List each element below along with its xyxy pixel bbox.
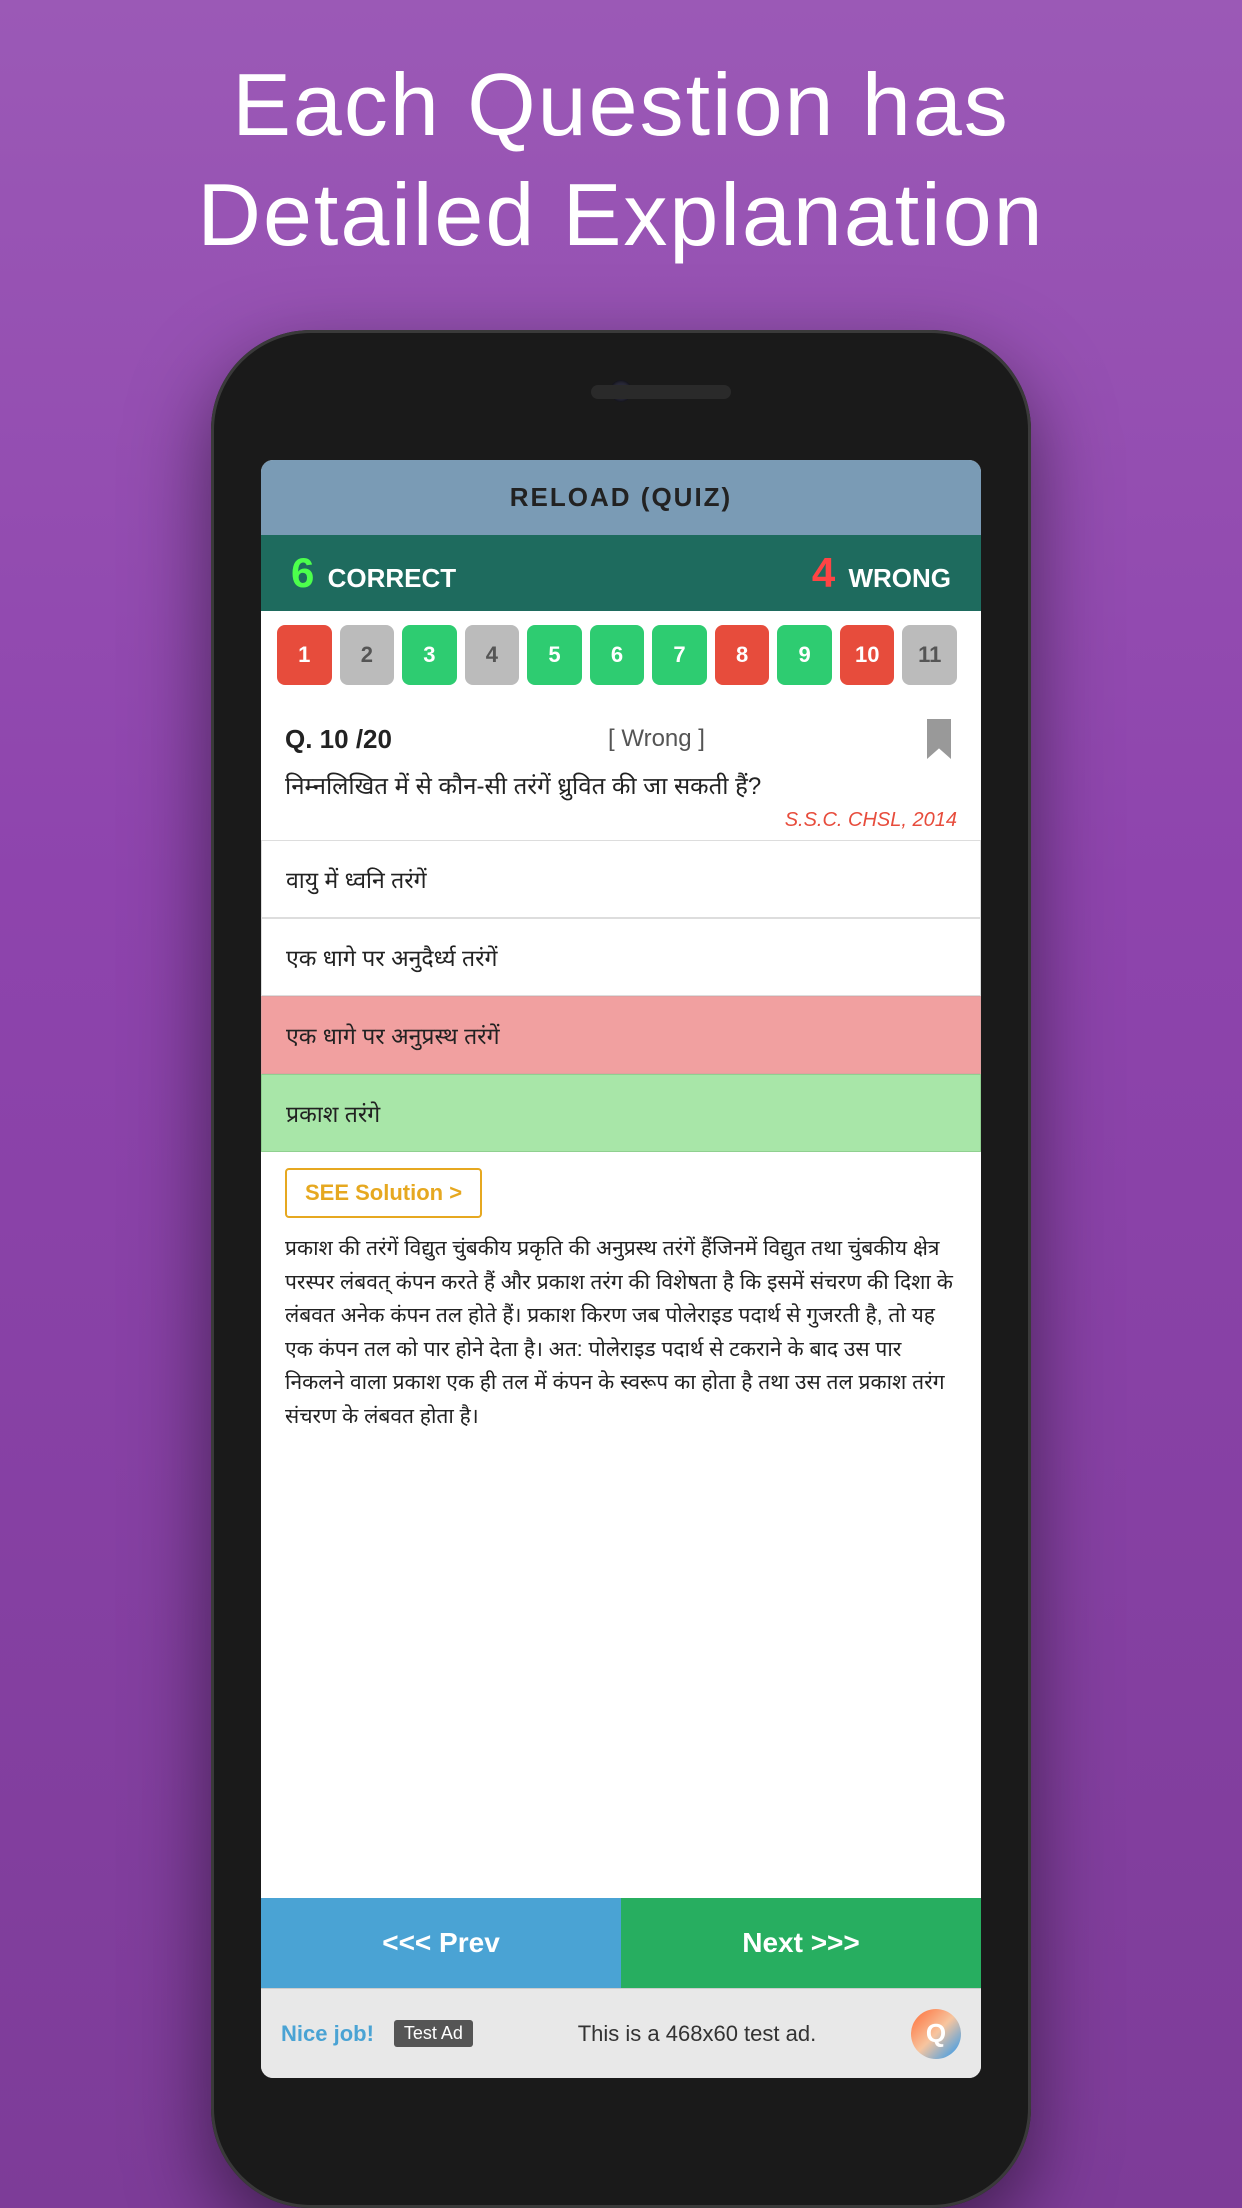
phone-frame: RELOAD (QUIZ) 6 CORRECT 4 WRONG 12345678… bbox=[211, 330, 1031, 2208]
question-number: Q. 10 /20 bbox=[285, 724, 392, 755]
question-pill-1[interactable]: 1 bbox=[277, 625, 332, 685]
correct-number: 6 bbox=[291, 549, 314, 596]
hero-title-line2: Detailed Explanation bbox=[197, 160, 1044, 270]
prev-button[interactable]: <<< Prev bbox=[261, 1898, 621, 1988]
phone-speaker bbox=[591, 385, 731, 399]
see-solution-button[interactable]: SEE Solution > bbox=[285, 1168, 482, 1218]
wrong-label: WRONG bbox=[848, 563, 951, 593]
score-correct: 6 CORRECT bbox=[291, 549, 456, 597]
score-bar: 6 CORRECT 4 WRONG bbox=[261, 535, 981, 611]
phone-screen: RELOAD (QUIZ) 6 CORRECT 4 WRONG 12345678… bbox=[261, 460, 981, 2078]
question-pill-7[interactable]: 7 bbox=[652, 625, 707, 685]
question-pill-10[interactable]: 10 bbox=[840, 625, 895, 685]
option-1[interactable]: वायु में ध्वनि तरंगें bbox=[261, 840, 981, 918]
question-pill-3[interactable]: 3 bbox=[402, 625, 457, 685]
question-pill-2[interactable]: 2 bbox=[340, 625, 395, 685]
hero-title-line1: Each Question has bbox=[197, 50, 1044, 160]
ad-banner: Nice job! Test Ad This is a 468x60 test … bbox=[261, 1988, 981, 2078]
question-pill-4[interactable]: 4 bbox=[465, 625, 520, 685]
ad-logo: Q bbox=[911, 2009, 961, 2059]
correct-label: CORRECT bbox=[328, 563, 457, 593]
question-area: Q. 10 /20 [ Wrong ] निम्नलिखित में से कौ… bbox=[261, 699, 981, 840]
solution-text: प्रकाश की तरंगें विद्युत चुंबकीय प्रकृति… bbox=[285, 1232, 957, 1434]
question-pill-6[interactable]: 6 bbox=[590, 625, 645, 685]
option-3[interactable]: एक धागे पर अनुप्रस्थ तरंगें bbox=[261, 996, 981, 1074]
question-pill-11[interactable]: 11 bbox=[902, 625, 957, 685]
bookmark-icon[interactable] bbox=[921, 719, 957, 759]
question-status: [ Wrong ] bbox=[608, 725, 705, 753]
question-pill-5[interactable]: 5 bbox=[527, 625, 582, 685]
question-text: निम्नलिखित में से कौन-सी तरंगें ध्रुवित … bbox=[285, 769, 957, 805]
hero-title: Each Question has Detailed Explanation bbox=[137, 50, 1104, 270]
ad-label: Test Ad bbox=[394, 2020, 473, 2047]
question-source: S.S.C. CHSL, 2014 bbox=[285, 809, 957, 832]
score-wrong: 4 WRONG bbox=[812, 549, 951, 597]
nav-buttons: <<< Prev Next >>> bbox=[261, 1898, 981, 1988]
wrong-number: 4 bbox=[812, 549, 835, 596]
solution-section: SEE Solution > प्रकाश की तरंगें विद्युत … bbox=[261, 1152, 981, 1898]
question-pill-8[interactable]: 8 bbox=[715, 625, 770, 685]
ad-nice-text: Nice job! bbox=[281, 2021, 374, 2047]
ad-text: This is a 468x60 test ad. bbox=[483, 2021, 911, 2047]
question-pill-9[interactable]: 9 bbox=[777, 625, 832, 685]
option-4[interactable]: प्रकाश तरंगे bbox=[261, 1074, 981, 1152]
next-button[interactable]: Next >>> bbox=[621, 1898, 981, 1988]
option-2[interactable]: एक धागे पर अनुदैर्ध्य तरंगें bbox=[261, 918, 981, 996]
app-header[interactable]: RELOAD (QUIZ) bbox=[261, 460, 981, 535]
options-list: वायु में ध्वनि तरंगेंएक धागे पर अनुदैर्ध… bbox=[261, 840, 981, 1152]
question-meta: Q. 10 /20 [ Wrong ] bbox=[285, 719, 957, 759]
question-pills: 1234567891011 bbox=[261, 611, 981, 699]
